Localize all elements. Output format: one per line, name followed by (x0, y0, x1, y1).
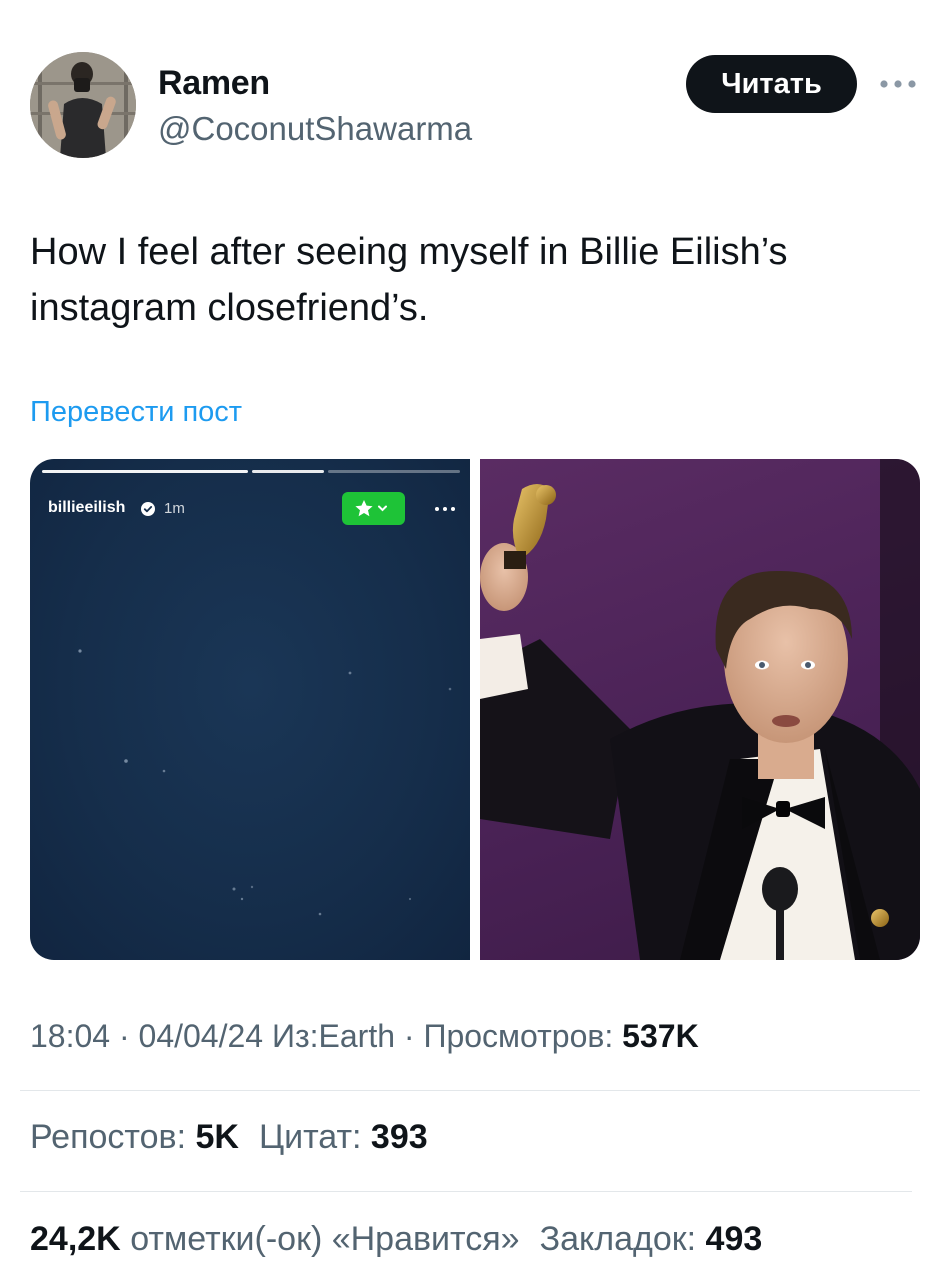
post-text: How I feel after seeing myself in Billie… (30, 231, 788, 329)
likes-count: 24,2K (30, 1220, 121, 1258)
divider (20, 1191, 912, 1192)
repost-quote-stats: Репостов: 5K Цитат: 393 (30, 1118, 428, 1157)
bookmarks-count: 493 (705, 1220, 763, 1258)
author-avatar[interactable] (30, 52, 136, 158)
divider (20, 1090, 920, 1091)
meta-separator: · (118, 1018, 139, 1054)
like-bookmark-stats: 24,2K отметки(-ок) «Нравится» Закладок: 4… (30, 1220, 762, 1259)
more-options-icon[interactable] (878, 64, 918, 104)
quotes-stat[interactable]: Цитат: 393 (259, 1118, 428, 1156)
likes-label: отметки(-ок) «Нравится» (130, 1220, 520, 1258)
bookmarks-stat[interactable]: Закладок: 493 (540, 1220, 763, 1258)
bookmarks-label: Закладок: (539, 1220, 697, 1258)
views-count: 537K (622, 1018, 699, 1054)
post-meta: 18:04 · 04/04/24 Из:Earth · Просмотров: … (30, 1018, 699, 1055)
quotes-label: Цитат: (258, 1118, 362, 1156)
follow-button[interactable]: Читать (686, 55, 857, 113)
story-background-specks (78, 649, 452, 916)
post-time: 18:04 (30, 1018, 111, 1054)
quotes-count: 393 (370, 1118, 428, 1156)
post-media[interactable]: billieeilish 1m (30, 459, 920, 960)
post-date[interactable]: 04/04/24 (139, 1018, 264, 1054)
likes-stat[interactable]: 24,2K отметки(-ок) «Нравится» (30, 1220, 520, 1258)
author-handle[interactable]: @CoconutShawarma (158, 110, 472, 148)
reposts-count: 5K (195, 1118, 239, 1156)
reposts-stat[interactable]: Репостов: 5K (30, 1118, 239, 1156)
author-display-name[interactable]: Ramen (158, 64, 270, 103)
translate-post-link[interactable]: Перевести пост (30, 396, 242, 429)
avatar-photo (30, 52, 136, 158)
oscar-winner-photo[interactable] (480, 459, 920, 960)
reposts-label: Репостов: (30, 1118, 187, 1156)
oscar-photo-illustration (480, 459, 920, 960)
views-label: Просмотров: (423, 1018, 614, 1054)
story-screenshot-image[interactable]: billieeilish 1m (30, 459, 470, 960)
meta-separator: · (403, 1018, 424, 1054)
post-source: Из:Earth (271, 1018, 396, 1054)
